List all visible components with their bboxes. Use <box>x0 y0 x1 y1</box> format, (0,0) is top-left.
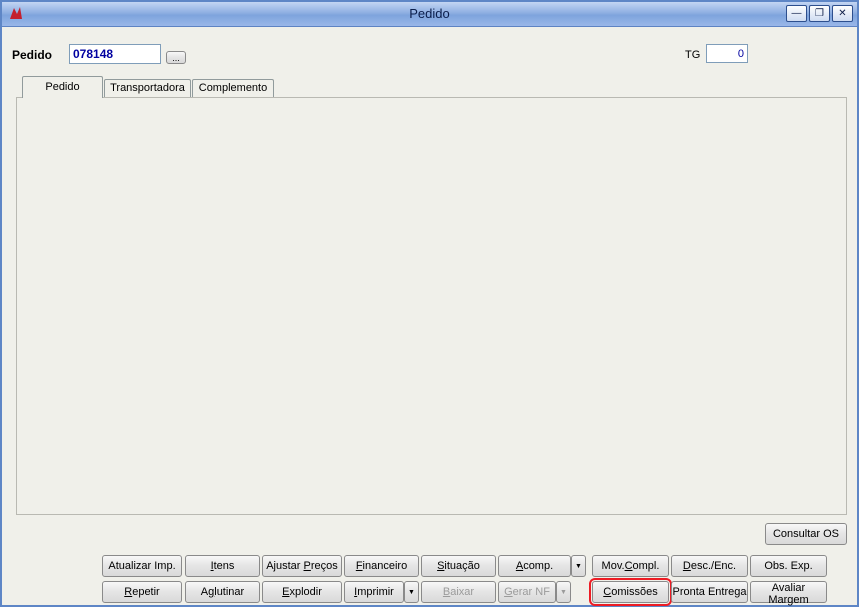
tg-label: TG <box>685 49 701 61</box>
tab-complemento[interactable]: Complemento <box>192 79 274 97</box>
itens-button[interactable]: Itens <box>185 555 260 577</box>
tg-input[interactable] <box>706 44 748 63</box>
mov-compl-button[interactable]: Mov.Compl. <box>592 555 669 577</box>
titlebar[interactable]: Pedido — ❐ ✕ <box>2 2 857 27</box>
explodir-button[interactable]: Explodir <box>262 581 342 603</box>
pedido-window: Pedido — ❐ ✕ Pedido ... TG Pedido Transp… <box>0 0 859 607</box>
tab-panel <box>16 97 847 515</box>
situacao-button[interactable]: Situação <box>421 555 496 577</box>
acomp-button[interactable]: Acomp. <box>498 555 571 577</box>
repetir-button[interactable]: Repetir <box>102 581 182 603</box>
imprimir-button[interactable]: Imprimir <box>344 581 404 603</box>
imprimir-dropdown-arrow-icon[interactable]: ▼ <box>404 581 419 603</box>
tab-pedido[interactable]: Pedido <box>22 76 103 98</box>
pronta-entrega-button[interactable]: Pronta Entrega <box>671 581 748 603</box>
gerar-nf-dropdown-arrow-icon: ▼ <box>556 581 571 603</box>
minimize-button[interactable]: — <box>786 5 807 22</box>
acomp-dropdown-arrow-icon[interactable]: ▼ <box>571 555 586 577</box>
financeiro-button[interactable]: Financeiro <box>344 555 419 577</box>
avaliar-margem-button[interactable]: Avaliar Margem <box>750 581 827 606</box>
consultar-os-button[interactable]: Consultar OS <box>765 523 847 545</box>
aglutinar-button[interactable]: Aglutinar <box>185 581 260 603</box>
ajustar-precos-button[interactable]: Ajustar Preços <box>262 555 342 577</box>
close-button[interactable]: ✕ <box>832 5 853 22</box>
pedido-header-label: Pedido <box>12 48 53 62</box>
obs-exp-button[interactable]: Obs. Exp. <box>750 555 827 577</box>
pedido-number-input[interactable] <box>69 44 161 64</box>
pedido-browse-button[interactable]: ... <box>166 51 186 64</box>
atualizar-imp-button[interactable]: Atualizar Imp. <box>102 555 182 577</box>
gerar-nf-button: Gerar NF <box>498 581 556 603</box>
tab-transportadora[interactable]: Transportadora <box>104 79 191 97</box>
comissoes-button[interactable]: Comissões <box>589 578 672 606</box>
desc-enc-button[interactable]: Desc./Enc. <box>671 555 748 577</box>
window-title: Pedido <box>409 6 450 21</box>
maximize-button[interactable]: ❐ <box>809 5 830 22</box>
baixar-button: Baixar <box>421 581 496 603</box>
